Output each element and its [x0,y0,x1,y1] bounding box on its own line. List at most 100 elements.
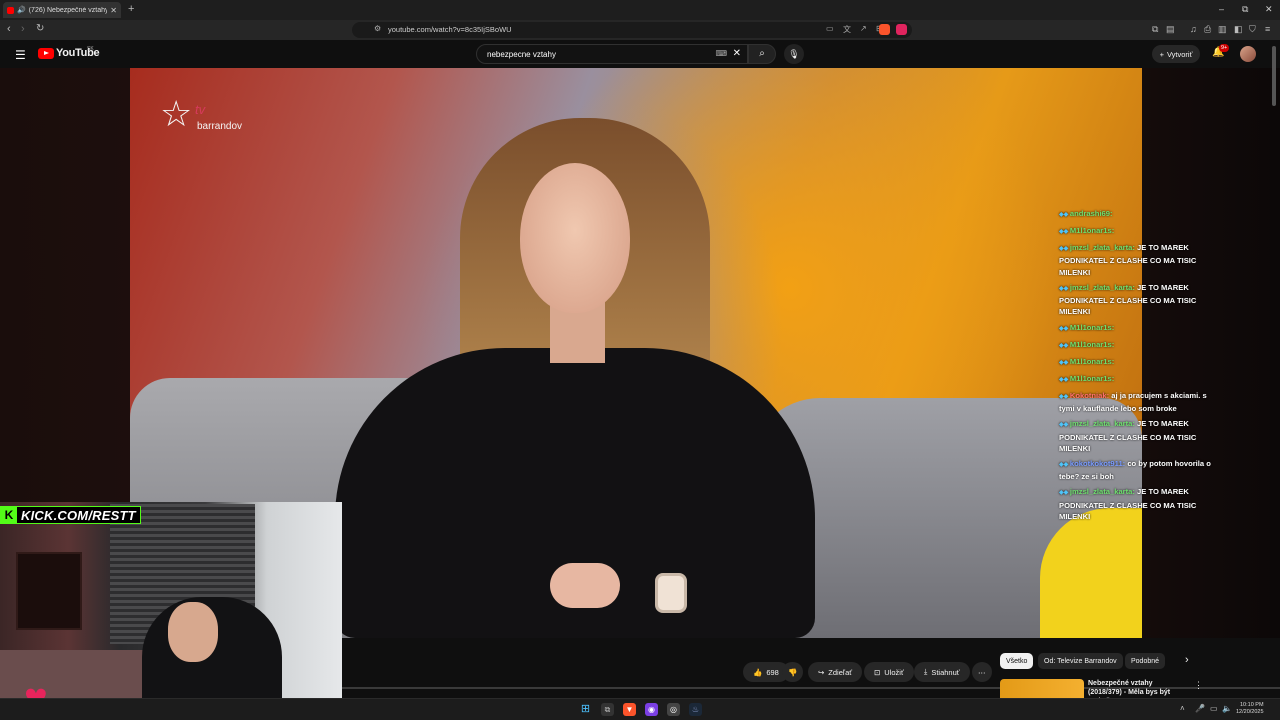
plus-icon: + [1159,49,1164,59]
cast-icon[interactable]: ▭ [826,24,834,33]
country-code: SK [87,46,94,52]
discord-taskbar-icon[interactable]: ◎ [667,703,680,716]
close-tab-icon[interactable]: ✕ [110,6,117,15]
chat-badge-icon: ◆◆ [1059,490,1070,497]
tray-mic-icon[interactable]: 🎤 [1195,704,1205,713]
scrollbar-thumb[interactable] [1272,46,1276,106]
browser-tab[interactable]: 🔊 (726) Nebezpečné vztahy (20... ✕ [3,2,121,18]
search-input[interactable]: nebezpecne vztahy [487,50,556,59]
create-button[interactable]: + Vytvoriť [1152,45,1200,63]
media-icon[interactable]: ♫ [1190,24,1197,34]
clock-date: 12/20/2025 [1236,709,1264,715]
brave-taskbar-icon[interactable]: ▼ [623,703,636,716]
avatar[interactable] [1240,46,1256,62]
search-box[interactable]: nebezpecne vztahy ⌨ ✕ [476,44,748,64]
wallet-icon[interactable]: ◧ [1234,24,1243,35]
new-tab-button[interactable]: + [128,3,134,15]
chat-message: ◆◆ jmzsl_zlata_karta: JE TO MAREK PODNIK… [1059,418,1224,454]
chat-message: ◆◆ jmzsl_zlata_karta: JE TO MAREK PODNIK… [1059,242,1224,278]
chat-badge-icon: ◆◆ [1059,422,1070,429]
channel-brand-name: barrandov [197,121,243,132]
more-icon: ⋯ [978,667,986,677]
chat-badge-icon: ◆◆ [1059,359,1070,366]
chat-username: jmzsl_zlata_karta: [1069,243,1135,253]
share-button[interactable]: ↪ Zdieľať [808,662,863,682]
windows-taskbar: ⊞ ⧉ ▼ ◉ ◎ ♨ ˄ 🎤 ▭ 🔈 10:10 PM 12/20/2025 [0,698,1280,720]
kick-overlay: K KICK.COM/RESTT [0,506,141,524]
chat-username: M1l1onar1s: [1069,356,1115,366]
chat-message: ◆◆ jmzsl_zlata_karta: JE TO MAREK PODNIK… [1059,486,1224,522]
chat-message: ◆◆ M1l1onar1s: [1059,356,1224,369]
create-label: Vytvoriť [1166,49,1193,59]
youtube-logo-icon[interactable] [38,48,54,59]
voice-search-button[interactable]: 🎙 [784,44,804,64]
brave-shield-icon[interactable] [879,24,890,35]
wall-poster [16,552,82,630]
save-label: Uložiť [884,667,904,677]
chat-message: ◆◆ M1l1onar1s: [1059,373,1224,386]
windows-start-icon[interactable]: ⊞ [579,703,592,716]
chat-message: ◆◆ kokotkokot911: co by potom hovorila o… [1059,458,1224,483]
chat-username: M1l1onar1s: [1069,322,1115,332]
back-icon[interactable]: ‹ [7,23,11,35]
restore-button[interactable]: ⧉ [1242,4,1248,15]
volume-icon[interactable]: 🔈 [1222,704,1232,713]
screenshot-icon[interactable]: ⎙ [1204,24,1211,35]
barrandov-star-icon: ☆ [160,93,193,134]
smartwatch [655,573,687,613]
steam-taskbar-icon[interactable]: ♨ [689,703,702,716]
more-actions-button[interactable]: ⋯ [972,662,992,682]
keyboard-icon[interactable]: ⌨ [715,49,727,58]
youtube-favicon-icon [7,6,14,14]
chip-from-channel[interactable]: Od: Televize Barrandov [1038,653,1123,669]
tab-title: (726) Nebezpečné vztahy (20... [28,6,108,14]
clear-search-icon[interactable]: ✕ [733,48,741,59]
network-icon[interactable]: ▭ [1210,704,1218,713]
search-icon: ⌕ [759,48,765,59]
channel-brand-tv: tv [195,102,206,117]
clock-time: 10:10 PM [1239,702,1264,708]
sidebar-icon[interactable]: ▤ [1166,24,1175,35]
chat-message: ◆◆ M1l1onar1s: [1059,225,1224,238]
url-field[interactable]: ⚙ youtube.com/watch?v=8c35IjSBoWU ▭ 文 ↗ … [352,22,912,38]
recommendation-menu-icon[interactable]: ⋮ [1194,680,1203,691]
forward-icon[interactable]: › [21,23,25,35]
save-icon: ⊡ [874,667,881,677]
share-page-icon[interactable]: ↗ [860,24,867,33]
chat-username: jmzsl_zlata_karta: [1069,487,1135,497]
chat-badge-icon: ◆◆ [1059,285,1070,292]
chip-related[interactable]: Podobné [1125,653,1166,669]
close-window-button[interactable]: ✕ [1265,4,1273,15]
chevron-right-icon[interactable]: › [1185,654,1189,666]
streamer-face [168,602,218,662]
minimize-button[interactable]: – [1219,4,1224,14]
vpn-icon[interactable]: ⛉ [1249,24,1256,35]
app-taskbar-icon[interactable]: ◉ [645,703,658,716]
save-button[interactable]: ⊡ Uložiť [864,662,914,682]
page-scrollbar[interactable] [1272,46,1276,686]
tray-chevron-icon[interactable]: ˄ [1180,704,1185,713]
guide-menu-icon[interactable]: ☰ [15,48,26,62]
chat-badge-icon: ◆◆ [1059,376,1070,383]
chat-badge-icon: ◆◆ [1059,229,1070,236]
kick-url: KICK.COM/RESTT [21,507,136,523]
chat-message: ◆◆ andrashi69: [1059,208,1224,221]
site-info-icon[interactable]: ⚙ [374,24,381,33]
task-view-icon[interactable]: ⧉ [601,703,614,716]
thumbs-up-icon: 👍 [753,667,763,677]
brave-rewards-icon[interactable] [896,24,907,35]
reading-list-icon[interactable]: ▥ [1218,24,1227,35]
video-subject-face [520,163,630,313]
reload-icon[interactable]: ↻ [36,23,44,34]
notification-badge: 9+ [1219,44,1230,52]
chat-username: jmzsl_zlata_karta: [1069,419,1135,429]
translate-icon[interactable]: 文 [843,24,851,35]
system-clock[interactable]: 10:10 PM 12/20/2025 [1236,702,1264,716]
extension-icon[interactable]: ⧉ [1152,24,1158,35]
chip-all[interactable]: Všetko [1000,653,1034,669]
menu-icon[interactable]: ≡ [1265,24,1270,34]
search-button[interactable]: ⌕ [748,44,776,64]
dislike-button[interactable]: 👎 [782,662,804,682]
download-button[interactable]: ⤓ Stiahnuť [914,662,970,682]
download-icon: ⤓ [924,667,928,676]
